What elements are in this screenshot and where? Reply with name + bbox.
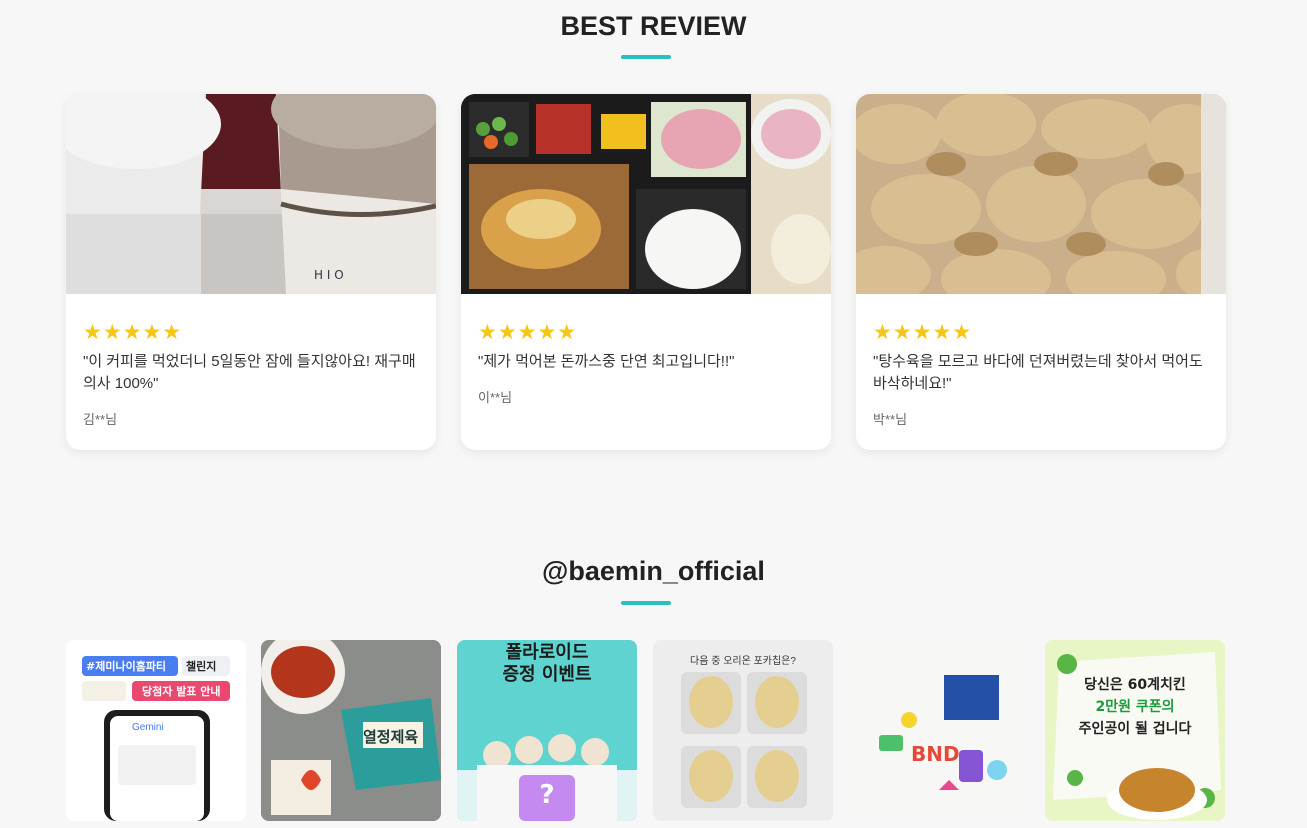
title-underline: [621, 601, 671, 605]
post-text: 2만원 쿠폰의: [1095, 699, 1175, 715]
rating-stars: ★★★★★: [873, 321, 973, 344]
instagram-post[interactable]: 당신은 60계치킨 2만원 쿠폰의 주인공이 될 겁니다: [1045, 640, 1225, 821]
post-text: BND: [911, 742, 960, 766]
potato-chip-quiz-post: [653, 640, 833, 821]
post-text: 당첨자 발표 안내: [142, 685, 221, 698]
review-card[interactable]: ★★★★★ "제가 먹어본 돈까스중 단연 최고입니다!!" 이**님: [461, 94, 831, 450]
review-card[interactable]: ★★★★★ "탕수육을 모르고 바다에 던져버렸는데 찾아서 먹어도 바삭하네요…: [856, 94, 1226, 450]
rating-stars: ★★★★★: [83, 321, 183, 344]
instagram-post[interactable]: 다음 중 오리온 포카칩은?: [653, 640, 833, 821]
best-review-title: BEST REVIEW: [560, 11, 747, 41]
fried-pork-photo: [856, 94, 1226, 294]
instagram-post[interactable]: #제미나이홈파티 챌린지 당첨자 발표 안내 Gemini: [66, 640, 246, 821]
svg-text:H I O: H I O: [314, 268, 344, 282]
instagram-post[interactable]: 열정제육: [261, 640, 441, 821]
bnd-magnets-post: [849, 640, 1029, 821]
post-text: 당신은 60계치킨: [1084, 677, 1186, 693]
review-author: 이**님: [478, 390, 513, 405]
post-text: 증정 이벤트: [502, 664, 592, 685]
review-author: 박**님: [873, 412, 908, 427]
review-card[interactable]: H I O ★★★★★ "이 커피를 먹었더니 5일동안 잠에 들지않아요! 재…: [66, 94, 436, 450]
post-text: 열정제육: [363, 728, 419, 746]
coffee-cups-photo: H I O: [66, 94, 436, 294]
post-text: 폴라로이드: [505, 642, 589, 663]
post-text: 챌린지: [186, 660, 217, 673]
title-underline: [621, 55, 671, 59]
review-author: 김**님: [83, 412, 118, 427]
instagram-post[interactable]: BND: [849, 640, 1029, 821]
instagram-post[interactable]: 폴라로이드 증정 이벤트 ?: [457, 640, 637, 821]
post-text: 주인공이 될 겁니다: [1078, 721, 1192, 737]
post-text: 다음 중 오리온 포카칩은?: [690, 656, 796, 667]
rating-stars: ★★★★★: [478, 321, 578, 344]
review-text: "탕수육을 모르고 바다에 던져버렸는데 찾아서 먹어도 바삭하네요!": [873, 353, 1203, 392]
review-text: "이 커피를 먹었더니 5일동안 잠에 들지않아요! 재구매 의사 100%": [83, 353, 416, 392]
review-text: "제가 먹어본 돈까스중 단연 최고입니다!!": [478, 353, 735, 370]
post-text: Gemini: [132, 722, 164, 733]
post-text: #제미나이홈파티: [86, 660, 167, 673]
instagram-title: @baemin_official: [542, 556, 765, 586]
tonkatsu-lunchbox-photo: [461, 94, 831, 294]
post-text: ?: [539, 780, 555, 810]
